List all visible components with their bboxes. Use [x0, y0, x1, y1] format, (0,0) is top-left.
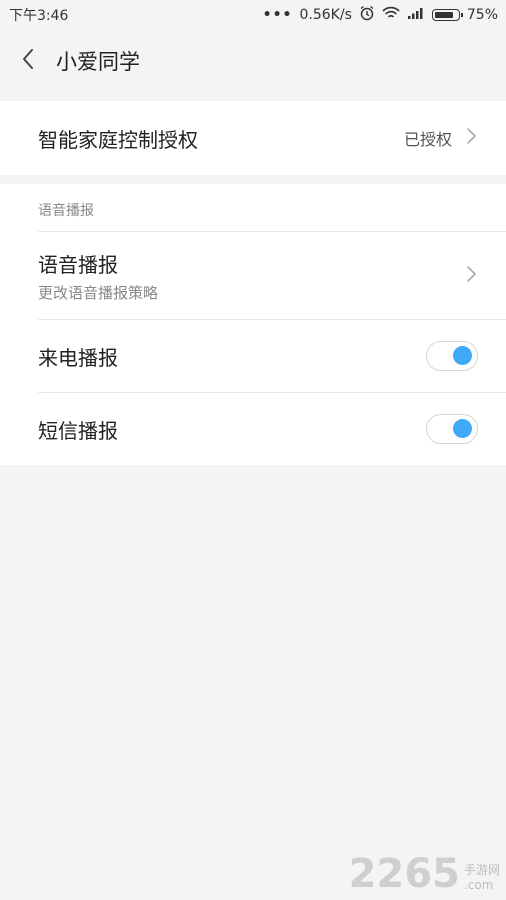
voice-broadcast-right [466, 265, 478, 287]
section-caption: 语音播报 [38, 203, 94, 219]
network-speed: 0.56K/s [299, 7, 352, 23]
voice-broadcast-label: 语音播报 [38, 252, 118, 277]
call-broadcast-row: 来电播报 [0, 320, 506, 392]
toggle-knob [453, 419, 472, 438]
status-time: 下午3:46 [9, 8, 69, 24]
watermark: 2265 手游网 .com [349, 854, 500, 894]
watermark-site-en: .com [463, 878, 494, 893]
watermark-site-cn: 手游网 [463, 862, 500, 877]
sms-broadcast-toggle[interactable] [426, 414, 478, 444]
alarm-icon [359, 5, 375, 25]
call-broadcast-label: 来电播报 [38, 345, 118, 370]
back-arrow-icon [21, 48, 35, 74]
watermark-number: 2265 [348, 851, 460, 897]
watermark-site: 手游网 .com [464, 863, 500, 894]
page-title: 小爱同学 [56, 50, 140, 74]
sms-broadcast-label: 短信播报 [38, 418, 118, 443]
call-broadcast-right [426, 341, 478, 371]
signal-icon [407, 6, 425, 24]
home-auth-row[interactable]: 智能家庭控制授权 已授权 [0, 101, 506, 175]
status-indicators: ••• 0.56K/s 75% [263, 5, 506, 25]
home-auth-label: 智能家庭控制授权 [38, 127, 198, 152]
app-header: 小爱同学 [0, 30, 506, 92]
auth-status: 已授权 [403, 130, 452, 149]
voice-section: 语音播报 语音播报 更改语音播报策略 来电播报 短信播报 [0, 184, 506, 465]
back-button[interactable] [0, 30, 56, 92]
voice-broadcast-sublabel: 更改语音播报策略 [38, 283, 159, 302]
chevron-right-icon [466, 265, 478, 287]
more-dots: ••• [262, 7, 293, 23]
home-auth-right: 已授权 [404, 126, 478, 150]
toggle-knob [453, 346, 472, 365]
battery-level: 75% [466, 7, 498, 23]
wifi-icon [382, 6, 400, 24]
status-bar: 下午3:46 ••• 0.56K/s 75% [0, 0, 506, 30]
call-broadcast-toggle[interactable] [426, 341, 478, 371]
voice-broadcast-row[interactable]: 语音播报 更改语音播报策略 [0, 232, 506, 319]
chevron-right-icon [466, 127, 478, 149]
sms-broadcast-row: 短信播报 [0, 393, 506, 465]
home-auth-section: 智能家庭控制授权 已授权 [0, 101, 506, 175]
voice-broadcast-text: 语音播报 更改语音播报策略 [38, 249, 158, 303]
sms-broadcast-right [426, 414, 478, 444]
battery-icon [431, 9, 463, 21]
